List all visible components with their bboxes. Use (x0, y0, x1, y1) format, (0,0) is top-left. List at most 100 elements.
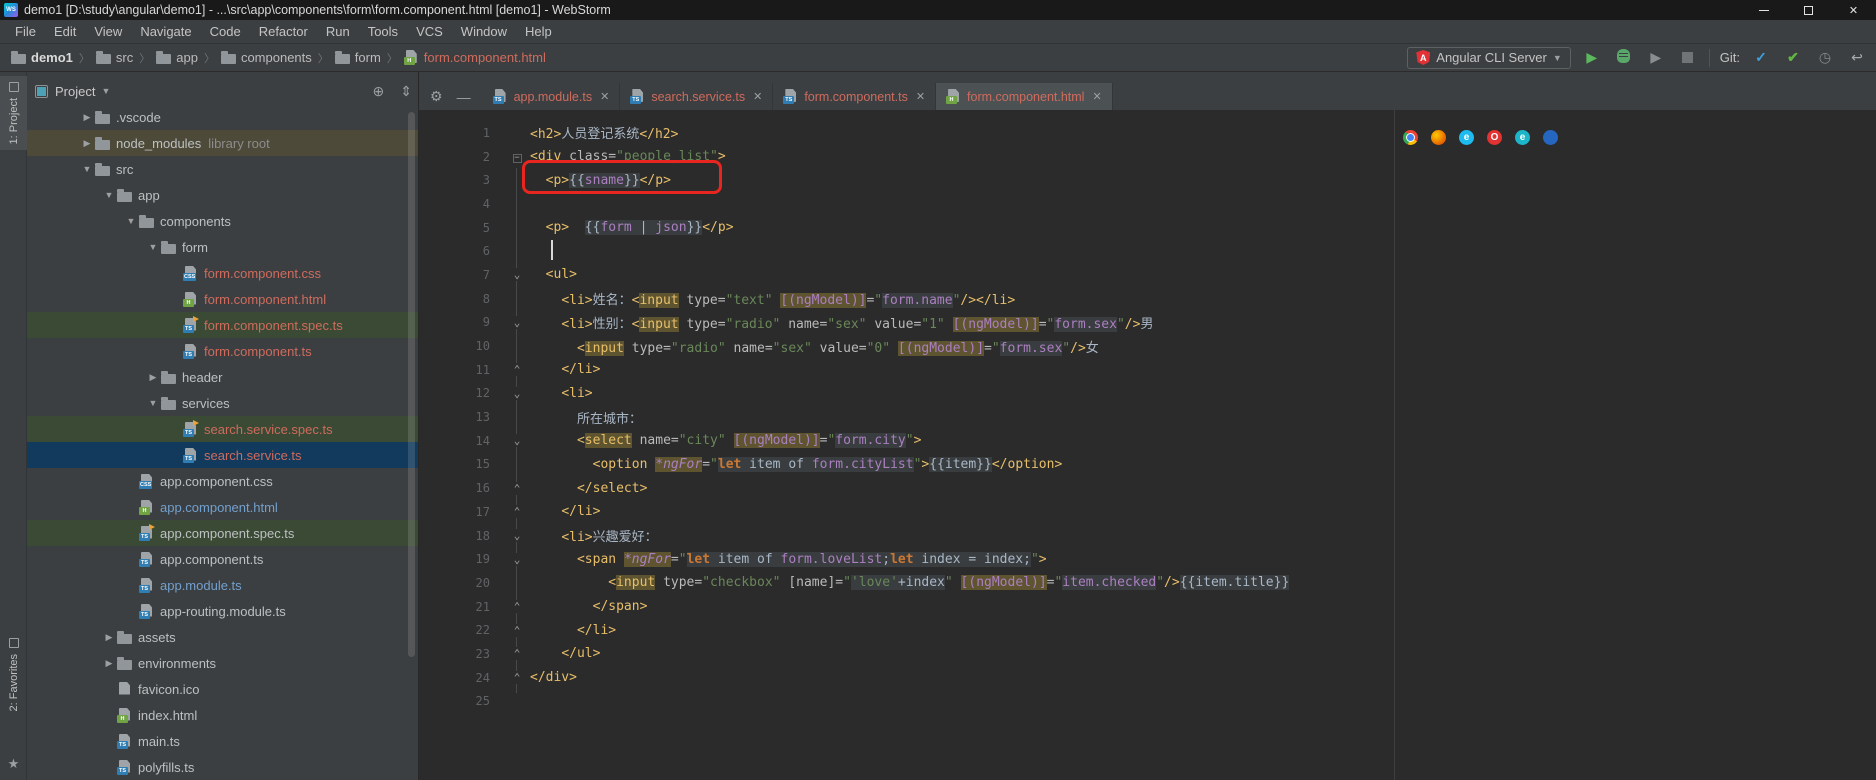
tree-item-form.component.spec.ts[interactable]: TS form.component.spec.ts (27, 312, 418, 338)
code-line-5[interactable]: 5 <p> {{form | json}}</p> (419, 216, 1876, 240)
code-line-13[interactable]: 13 所在城市： (419, 405, 1876, 429)
tree-item-polyfills.ts[interactable]: TS polyfills.ts (27, 754, 418, 780)
fold-close-icon[interactable]: ⌃ (511, 505, 523, 519)
code-line-11[interactable]: 11 ⌃ </li> (419, 358, 1876, 382)
tree-item-index.html[interactable]: Hindex.html (27, 702, 418, 728)
tree-item-form.component.html[interactable]: Hform.component.html (27, 286, 418, 312)
coverage-button[interactable]: ▶ (1645, 49, 1667, 66)
menu-item-file[interactable]: File (6, 20, 45, 43)
debug-button[interactable] (1613, 49, 1635, 66)
tree-item-search.service.ts[interactable]: TS search.service.ts (27, 442, 418, 468)
chevron-down-icon[interactable]: ▼ (79, 164, 95, 174)
fold-collapse-icon[interactable]: − (512, 154, 522, 164)
code-line-9[interactable]: 9 ⌄ <li>性别：<input type="radio" name="sex"… (419, 311, 1876, 335)
run-configuration-dropdown[interactable]: A Angular CLI Server ▼ (1407, 46, 1571, 69)
chevron-right-icon[interactable]: ▶ (101, 658, 117, 669)
fold-close-icon[interactable]: ⌃ (511, 363, 523, 377)
tab-search.service.ts[interactable]: TS search.service.ts ✕ (620, 83, 774, 110)
stop-button[interactable] (1677, 50, 1699, 66)
code-line-17[interactable]: 17 ⌃ </li> (419, 500, 1876, 524)
menu-item-navigate[interactable]: Navigate (131, 20, 200, 43)
breadcrumb-item-components[interactable]: components (218, 50, 315, 65)
project-scrollbar[interactable] (408, 112, 415, 657)
breadcrumb-item-app[interactable]: app (153, 50, 201, 65)
tree-item-assets[interactable]: ▶ assets (27, 624, 418, 650)
fold-close-icon[interactable]: ⌃ (511, 647, 523, 661)
tab-close-icon[interactable]: ✕ (1092, 90, 1101, 103)
tree-item-src[interactable]: ▼ src (27, 156, 418, 182)
chevron-down-icon[interactable]: ▼ (145, 242, 161, 252)
code-line-4[interactable]: 4 (419, 192, 1876, 216)
menu-item-edit[interactable]: Edit (45, 20, 85, 43)
breadcrumb-item-demo1[interactable]: demo1 (8, 50, 76, 65)
tree-item-app-routing.module.ts[interactable]: TS app-routing.module.ts (27, 598, 418, 624)
code-line-12[interactable]: 12 ⌄ <li> (419, 382, 1876, 406)
stripe-tab-favorites[interactable]: 2: Favorites (0, 632, 27, 717)
tree-item-node_modules[interactable]: ▶ node_modules library root (27, 130, 418, 156)
tree-item-services[interactable]: ▼ services (27, 390, 418, 416)
breadcrumb-item-form.component.html[interactable]: Hform.component.html (401, 50, 549, 65)
settings-gear-icon[interactable]: ⚙ (430, 88, 443, 105)
fold-open-icon[interactable]: ⌄ (511, 552, 523, 566)
tree-item-main.ts[interactable]: TS main.ts (27, 728, 418, 754)
code-line-20[interactable]: 20 <input type="checkbox" [name]="'love'… (419, 571, 1876, 595)
tree-item-app.component.ts[interactable]: TS app.component.ts (27, 546, 418, 572)
close-button[interactable]: ✕ (1831, 0, 1876, 20)
tab-form.component.html[interactable]: Hform.component.html ✕ (936, 83, 1113, 110)
menu-item-refactor[interactable]: Refactor (250, 20, 317, 43)
tree-item-environments[interactable]: ▶ environments (27, 650, 418, 676)
menu-item-view[interactable]: View (85, 20, 131, 43)
menu-item-help[interactable]: Help (516, 20, 561, 43)
code-editor[interactable]: 1 <h2>人员登记系统</h2> 2− <div class="people_lis… (419, 110, 1876, 780)
code-line-23[interactable]: 23 ⌃ </ul> (419, 642, 1876, 666)
minimize-button[interactable] (1741, 0, 1786, 20)
code-line-10[interactable]: 10 <input type="radio" name="sex" value=… (419, 334, 1876, 358)
code-line-7[interactable]: 7 ⌄ <ul> (419, 263, 1876, 287)
tree-item-components[interactable]: ▼ components (27, 208, 418, 234)
menu-item-code[interactable]: Code (201, 20, 250, 43)
tab-close-icon[interactable]: ✕ (600, 90, 609, 103)
code-line-24[interactable]: 24 ⌃ </div> (419, 666, 1876, 690)
code-line-14[interactable]: 14 ⌄ <select name="city" [(ngModel)]="for… (419, 429, 1876, 453)
menu-item-window[interactable]: Window (452, 20, 516, 43)
tree-item-header[interactable]: ▶ header (27, 364, 418, 390)
tab-close-icon[interactable]: ✕ (916, 90, 925, 103)
fold-close-icon[interactable]: ⌃ (511, 671, 523, 685)
code-line-8[interactable]: 8 <li>姓名：<input type="text" [(ngModel)]=… (419, 287, 1876, 311)
opera-icon[interactable]: O (1487, 130, 1502, 145)
tab-app.module.ts[interactable]: TS app.module.ts ✕ (483, 83, 621, 110)
menu-item-tools[interactable]: Tools (359, 20, 407, 43)
menu-item-run[interactable]: Run (317, 20, 359, 43)
restore-button[interactable] (1786, 0, 1831, 20)
fold-open-icon[interactable]: ⌄ (511, 434, 523, 448)
stripe-tab-project[interactable]: 1: Project (0, 76, 27, 151)
tree-item-form.component.css[interactable]: CSS form.component.css (27, 260, 418, 286)
hide-panel-icon[interactable]: — (457, 89, 471, 105)
code-line-1[interactable]: 1 <h2>人员登记系统</h2> (419, 121, 1876, 145)
locate-file-icon[interactable]: ⊕ (373, 83, 385, 100)
tree-item-app.component.css[interactable]: CSS app.component.css (27, 468, 418, 494)
chevron-right-icon[interactable]: ▶ (145, 372, 161, 383)
tree-item-.vscode[interactable]: ▶ .vscode (27, 110, 418, 130)
chevron-down-icon[interactable]: ▼ (145, 398, 161, 408)
safari-icon[interactable] (1543, 130, 1558, 145)
tree-item-app.module.ts[interactable]: TS app.module.ts (27, 572, 418, 598)
breadcrumb-item-src[interactable]: src (93, 50, 136, 65)
code-line-19[interactable]: 19 ⌄ <span *ngFor="let item of form.loveL… (419, 547, 1876, 571)
fold-open-icon[interactable]: ⌄ (511, 386, 523, 400)
chevron-down-icon[interactable]: ▼ (123, 216, 139, 226)
code-line-25[interactable]: 25 (419, 690, 1876, 714)
git-commit-button[interactable]: ✔ (1782, 49, 1804, 66)
fold-open-icon[interactable]: ⌄ (511, 268, 523, 282)
firefox-icon[interactable] (1431, 130, 1446, 145)
code-line-16[interactable]: 16 ⌃ </select> (419, 476, 1876, 500)
chrome-icon[interactable] (1403, 130, 1418, 145)
code-line-22[interactable]: 22 ⌃ </li> (419, 618, 1876, 642)
git-revert-button[interactable]: ↩ (1846, 49, 1868, 66)
collapse-all-icon[interactable]: ⇕ (400, 83, 412, 100)
git-history-button[interactable]: ◷ (1814, 49, 1836, 66)
fold-close-icon[interactable]: ⌃ (511, 600, 523, 614)
fold-close-icon[interactable]: ⌃ (511, 481, 523, 495)
git-update-button[interactable]: ✓ (1750, 49, 1772, 66)
code-line-15[interactable]: 15 <option *ngFor="let item of form.city… (419, 453, 1876, 477)
